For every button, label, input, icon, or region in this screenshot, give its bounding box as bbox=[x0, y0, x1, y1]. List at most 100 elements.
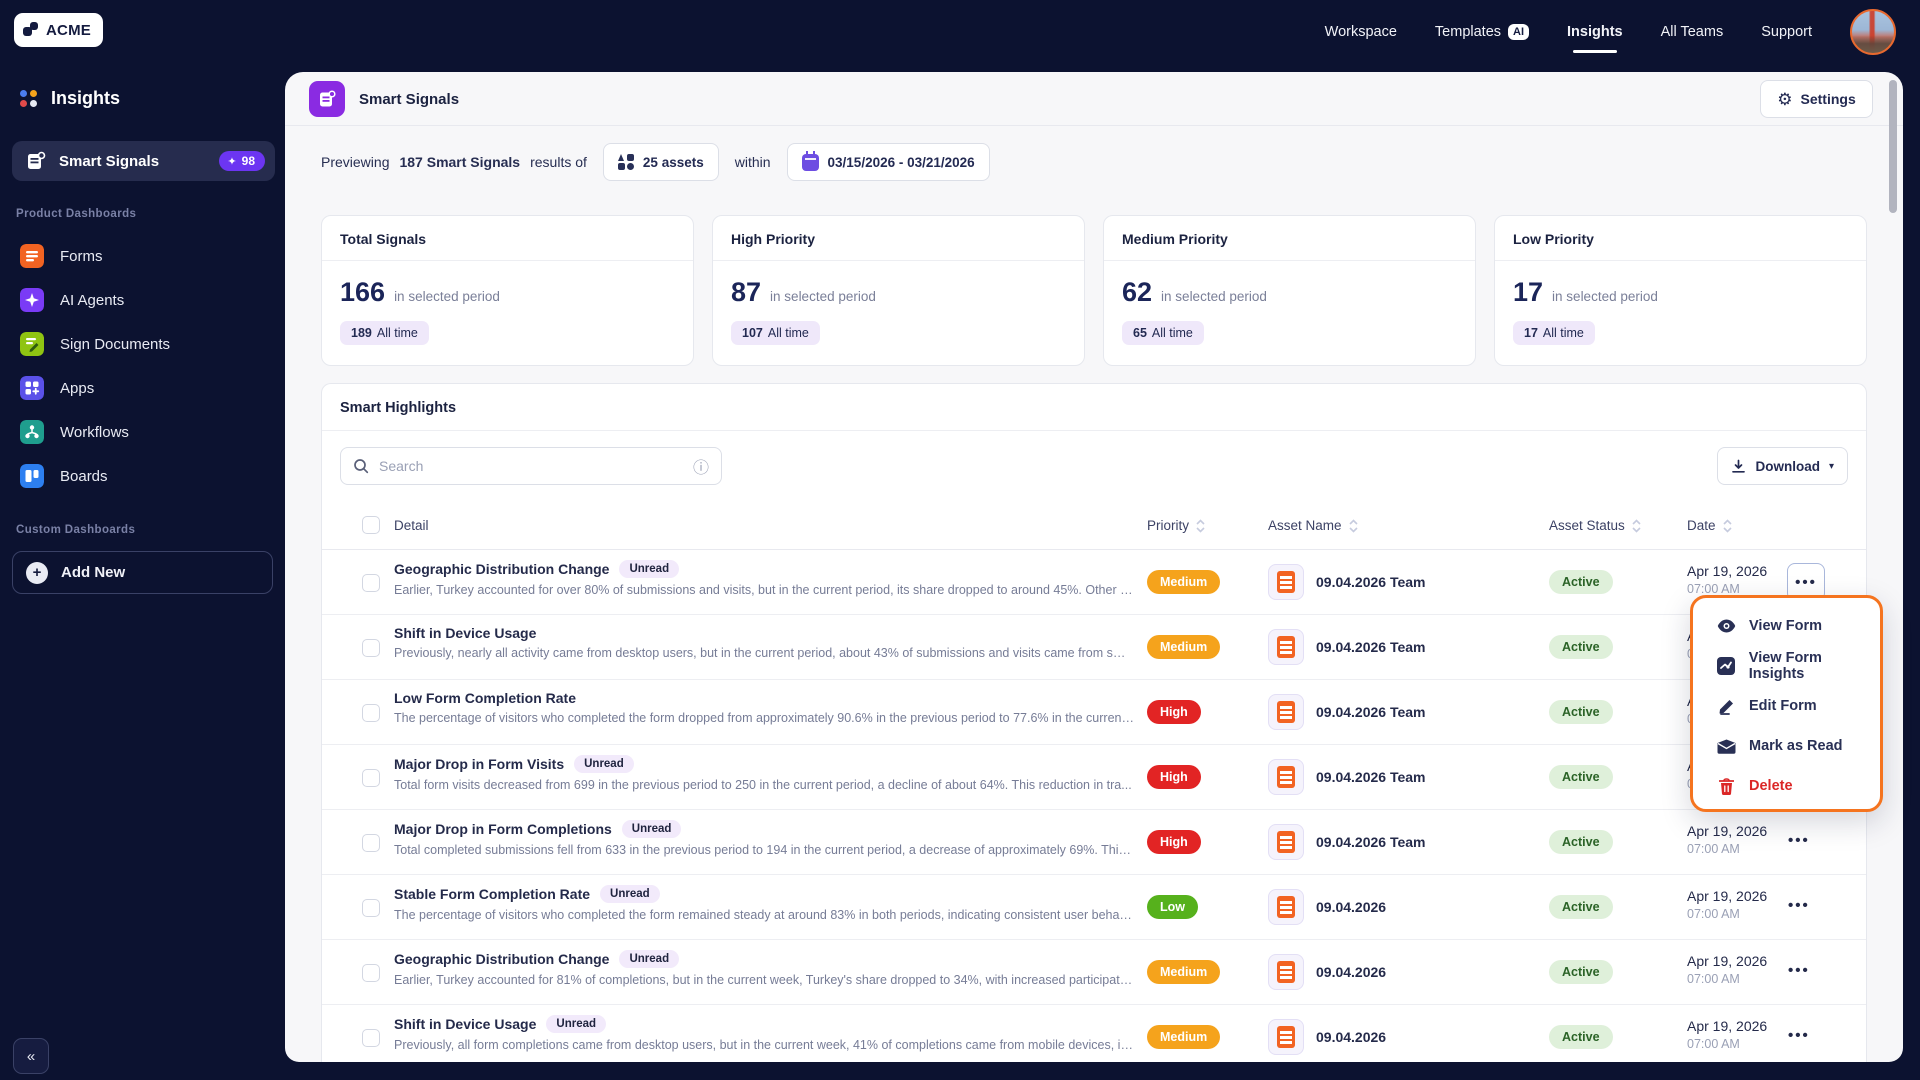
unread-badge: Unread bbox=[600, 885, 660, 903]
acme-logo-text: ACME bbox=[46, 21, 91, 39]
stat-value: 17 bbox=[1513, 277, 1544, 307]
row-checkbox[interactable] bbox=[362, 899, 380, 917]
column-header-asset-status[interactable]: Asset Status bbox=[1549, 501, 1641, 550]
user-avatar[interactable] bbox=[1850, 9, 1896, 55]
form-asset-icon bbox=[1268, 694, 1304, 730]
download-button[interactable]: Download ▾ bbox=[1717, 447, 1848, 485]
add-new-button[interactable]: + Add New bbox=[12, 551, 273, 594]
signal-title[interactable]: Geographic Distribution Change bbox=[394, 951, 609, 967]
form-asset-icon bbox=[1268, 759, 1304, 795]
nav-templates[interactable]: Templates AI bbox=[1435, 24, 1530, 40]
asset-cell: 09.04.2026 Team bbox=[1268, 824, 1426, 860]
row-checkbox[interactable] bbox=[362, 769, 380, 787]
row-actions-button[interactable]: ••• bbox=[1788, 897, 1810, 914]
smart-signals-page-icon bbox=[309, 81, 345, 117]
assets-selector-button[interactable]: 25 assets bbox=[602, 143, 719, 181]
nav-all-teams[interactable]: All Teams bbox=[1661, 24, 1724, 40]
top-navigation: Workspace Templates AI Insights All Team… bbox=[1325, 0, 1896, 64]
main-panel: Smart Signals ⚙ Settings Previewing 187 … bbox=[285, 72, 1903, 1062]
row-actions-button[interactable]: ••• bbox=[1788, 962, 1810, 979]
select-all-checkbox[interactable] bbox=[362, 516, 380, 534]
sidebar-item-label: AI Agents bbox=[60, 291, 125, 309]
smart-signals-icon bbox=[28, 151, 46, 169]
date-cell: Apr 19, 202607:00 AM bbox=[1687, 563, 1768, 596]
sidebar-item-boards[interactable]: Boards bbox=[12, 454, 275, 498]
stat-suffix: in selected period bbox=[770, 289, 876, 304]
table-row: Stable Form Completion Rate Unread The pe… bbox=[322, 875, 1866, 940]
acme-logo[interactable]: ACME bbox=[14, 13, 103, 47]
pencil-icon bbox=[1716, 698, 1736, 715]
sidebar-item-ai-agents[interactable]: AI Agents bbox=[12, 278, 275, 322]
table-row: Shift in Device Usage Unread Previously, … bbox=[322, 1005, 1866, 1062]
menu-item-mark-as-read[interactable]: Mark as Read bbox=[1693, 726, 1880, 766]
stat-suffix: in selected period bbox=[1552, 289, 1658, 304]
sidebar-item-label: Apps bbox=[60, 379, 95, 397]
row-actions-button[interactable]: ••• bbox=[1788, 1027, 1810, 1044]
sort-icon bbox=[1196, 518, 1205, 533]
row-actions-context-menu: View Form View Form Insights Edit Form M… bbox=[1690, 595, 1883, 812]
column-header-priority[interactable]: Priority bbox=[1147, 501, 1205, 550]
row-checkbox[interactable] bbox=[362, 639, 380, 657]
menu-item-view-form[interactable]: View Form bbox=[1693, 606, 1880, 646]
boards-icon bbox=[20, 464, 44, 488]
nav-insights[interactable]: Insights bbox=[1567, 24, 1623, 40]
status-badge: Active bbox=[1549, 895, 1613, 919]
priority-badge: Medium bbox=[1147, 1025, 1221, 1049]
count-value: 98 bbox=[241, 154, 255, 168]
menu-item-delete[interactable]: Delete bbox=[1693, 766, 1880, 806]
vertical-scrollbar[interactable] bbox=[1889, 80, 1897, 213]
all-time-pill: 65 All time bbox=[1122, 321, 1204, 345]
sidebar-item-sign-documents[interactable]: Sign Documents bbox=[12, 322, 275, 366]
menu-item-edit-form[interactable]: Edit Form bbox=[1693, 686, 1880, 726]
signal-description: Previously, nearly all activity came fro… bbox=[394, 646, 1134, 660]
column-header-date[interactable]: Date bbox=[1687, 501, 1732, 550]
row-actions-button[interactable]: ••• bbox=[1788, 832, 1810, 849]
detail-cell: Shift in Device Usage Unread Previously, … bbox=[394, 1015, 1134, 1052]
nav-support[interactable]: Support bbox=[1761, 24, 1812, 40]
form-asset-icon bbox=[1268, 824, 1304, 860]
settings-button[interactable]: ⚙ Settings bbox=[1760, 80, 1873, 118]
column-header-asset-name[interactable]: Asset Name bbox=[1268, 501, 1358, 550]
form-asset-icon bbox=[1268, 629, 1304, 665]
sidebar-item-label: Sign Documents bbox=[60, 335, 171, 353]
signal-title[interactable]: Shift in Device Usage bbox=[394, 625, 536, 641]
sidebar-item-forms[interactable]: Forms bbox=[12, 234, 275, 278]
priority-badge: Medium bbox=[1147, 960, 1221, 984]
menu-item-view-form-insights[interactable]: View Form Insights bbox=[1693, 646, 1880, 686]
detail-cell: Geographic Distribution Change Unread Ear… bbox=[394, 950, 1134, 987]
row-checkbox[interactable] bbox=[362, 964, 380, 982]
preview-middle: results of bbox=[530, 154, 587, 170]
row-checkbox[interactable] bbox=[362, 704, 380, 722]
signal-title[interactable]: Geographic Distribution Change bbox=[394, 561, 609, 577]
row-checkbox[interactable] bbox=[362, 834, 380, 852]
form-asset-icon bbox=[1268, 564, 1304, 600]
asset-cell: 09.04.2026 Team bbox=[1268, 759, 1426, 795]
status-badge: Active bbox=[1549, 570, 1613, 594]
stat-card-title: Total Signals bbox=[322, 216, 693, 261]
unread-badge: Unread bbox=[619, 950, 680, 968]
signal-title[interactable]: Shift in Device Usage bbox=[394, 1016, 536, 1032]
date-range-button[interactable]: 03/15/2026 - 03/21/2026 bbox=[786, 143, 990, 181]
sidebar-item-workflows[interactable]: Workflows bbox=[12, 410, 275, 454]
sidebar-item-smart-signals[interactable]: Smart Signals ✦ 98 bbox=[12, 141, 275, 181]
signal-title[interactable]: Major Drop in Form Completions bbox=[394, 821, 612, 837]
signal-title[interactable]: Low Form Completion Rate bbox=[394, 690, 576, 706]
asset-cell: 09.04.2026 bbox=[1268, 954, 1386, 990]
table-row: Geographic Distribution Change Unread Ear… bbox=[322, 940, 1866, 1005]
form-asset-icon bbox=[1268, 889, 1304, 925]
signal-title[interactable]: Stable Form Completion Rate bbox=[394, 886, 590, 902]
sidebar: ACME Insights Smart Signals ✦ 98 Product… bbox=[0, 0, 285, 1080]
row-checkbox[interactable] bbox=[362, 1029, 380, 1047]
asset-cell: 09.04.2026 Team bbox=[1268, 564, 1426, 600]
insights-icon bbox=[20, 89, 38, 108]
sidebar-collapse-button[interactable]: « bbox=[13, 1038, 49, 1074]
signal-title[interactable]: Major Drop in Form Visits bbox=[394, 756, 564, 772]
nav-workspace[interactable]: Workspace bbox=[1325, 24, 1397, 40]
status-badge: Active bbox=[1549, 635, 1613, 659]
signal-description: Total form visits decreased from 699 in … bbox=[394, 778, 1132, 792]
search-input[interactable] bbox=[379, 458, 683, 474]
sidebar-item-apps[interactable]: Apps bbox=[12, 366, 275, 410]
preview-within: within bbox=[734, 154, 771, 170]
row-checkbox[interactable] bbox=[362, 574, 380, 592]
status-badge: Active bbox=[1549, 1025, 1613, 1049]
